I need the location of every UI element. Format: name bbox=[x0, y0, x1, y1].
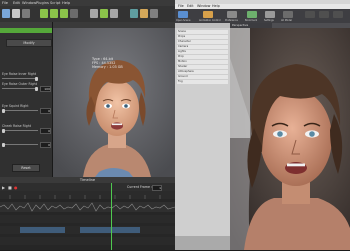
tree-item[interactable]: Props bbox=[177, 35, 228, 39]
menu-window[interactable]: Window bbox=[22, 1, 36, 5]
slider-value[interactable]: 0 bbox=[40, 142, 51, 148]
settings-icon[interactable] bbox=[265, 11, 275, 18]
tree-item[interactable]: Shader bbox=[177, 65, 228, 69]
record-icon[interactable]: ● bbox=[14, 185, 18, 190]
slider-eye-squint-right[interactable]: Eye Squint Right 0 bbox=[2, 104, 51, 114]
render-icon[interactable] bbox=[130, 9, 138, 18]
slider-track[interactable] bbox=[2, 144, 38, 145]
scene-tree-header bbox=[175, 23, 230, 28]
slider-eye-raise-outer-right[interactable]: Eye Raise Outer Right 100 bbox=[2, 82, 51, 92]
slider-track[interactable] bbox=[2, 78, 38, 79]
slider-eye-raise-inner-right[interactable]: Eye Raise Inner Right bbox=[2, 72, 50, 82]
stat-memory: Memory : 1.03 GB bbox=[92, 65, 123, 69]
toolbar-extra-icon-1[interactable] bbox=[305, 11, 315, 18]
open-scene-icon[interactable] bbox=[178, 11, 188, 18]
scale-icon[interactable] bbox=[70, 9, 78, 18]
slider-track[interactable] bbox=[2, 88, 38, 89]
settings-label: Settings bbox=[264, 19, 274, 22]
save-icon[interactable] bbox=[12, 9, 20, 18]
menu-script[interactable]: Script bbox=[50, 1, 60, 5]
slider-knob[interactable] bbox=[2, 142, 5, 147]
3d-viewport[interactable] bbox=[53, 22, 175, 177]
slider-knob[interactable] bbox=[35, 76, 38, 81]
open-scene-label: Open Scene bbox=[176, 19, 191, 22]
all-model-label: All Model bbox=[281, 19, 292, 22]
tree-item[interactable]: Atmosphere bbox=[177, 70, 228, 74]
modify-tab[interactable]: Modify bbox=[6, 39, 52, 47]
preference-icon[interactable] bbox=[227, 11, 237, 18]
scene-tree-list: Scene Props Character Camera Lights Prop… bbox=[177, 30, 228, 85]
grid-icon[interactable] bbox=[110, 9, 118, 18]
left-main-toolbar bbox=[0, 6, 175, 23]
slider-track[interactable] bbox=[2, 110, 38, 111]
timeline-tracks[interactable] bbox=[0, 199, 176, 250]
preference-label: Preference bbox=[225, 19, 238, 22]
stop-icon[interactable]: ■ bbox=[8, 185, 12, 190]
tree-item[interactable]: Scene bbox=[177, 30, 228, 34]
viewport-toolbar bbox=[53, 22, 175, 28]
timeline-playhead[interactable] bbox=[111, 183, 112, 250]
slider-knob[interactable] bbox=[2, 128, 5, 133]
scene-tree-footer bbox=[175, 236, 230, 250]
tree-item[interactable]: Character bbox=[177, 40, 228, 44]
toolbar-extra-icon-3[interactable] bbox=[333, 11, 343, 18]
camera-icon[interactable] bbox=[90, 9, 98, 18]
slider-label: Cheek Raise Right bbox=[2, 124, 32, 128]
settings-icon[interactable] bbox=[150, 9, 158, 18]
tree-item[interactable]: Camera bbox=[177, 45, 228, 49]
slider-knob[interactable] bbox=[2, 108, 5, 113]
timeline-controls: ▶ ■ ● Current Frame : 1 bbox=[0, 183, 175, 191]
render-side-panel bbox=[230, 28, 250, 138]
menu-edit[interactable]: Edit bbox=[13, 1, 20, 5]
menu-file[interactable]: File bbox=[2, 1, 8, 5]
character-render bbox=[53, 22, 175, 177]
slider-label: Eye Squint Right bbox=[2, 104, 29, 108]
menu-help[interactable]: Help bbox=[62, 1, 70, 5]
preview-icon[interactable] bbox=[140, 9, 148, 18]
select-icon[interactable] bbox=[40, 9, 48, 18]
tree-item[interactable]: Prop bbox=[177, 55, 228, 59]
current-frame-label: Current Frame : bbox=[127, 185, 153, 189]
move-icon[interactable] bbox=[50, 9, 58, 18]
slider-value[interactable]: 100 bbox=[40, 86, 51, 92]
bookmark-icon[interactable] bbox=[247, 11, 257, 18]
right-toolbar: Open Scene Animation Control Preference … bbox=[175, 9, 350, 23]
ruler-ticks bbox=[9, 195, 161, 199]
slider-value[interactable]: 0 bbox=[40, 108, 51, 114]
all-model-icon[interactable] bbox=[283, 11, 293, 18]
slider-cheek-raise-right[interactable]: Cheek Raise Right 0 bbox=[2, 124, 51, 134]
slider-value[interactable]: 0 bbox=[40, 128, 51, 134]
bookmark-label: Bookmark bbox=[245, 19, 258, 22]
viewport-stats: Type : 64-bit FPS : 44.5352 Memory : 1.0… bbox=[92, 57, 123, 69]
audio-track bbox=[0, 202, 176, 245]
reset-button[interactable]: Reset bbox=[12, 164, 40, 172]
undo-icon[interactable] bbox=[22, 9, 30, 18]
tree-item[interactable]: Lights bbox=[177, 50, 228, 54]
slider-knob[interactable] bbox=[35, 86, 38, 91]
tree-item[interactable]: Motion bbox=[177, 60, 228, 64]
slider-extra[interactable]: 0 bbox=[2, 138, 51, 148]
panel-active-bar bbox=[0, 28, 52, 33]
viewport-tab[interactable]: Perspective bbox=[230, 23, 272, 28]
slider-label: Eye Raise Inner Right bbox=[2, 72, 37, 76]
menu-plugins[interactable]: Plugins bbox=[36, 1, 49, 5]
rotate-icon[interactable] bbox=[60, 9, 68, 18]
animation-control-label: Animation Control bbox=[199, 19, 221, 22]
toolbar-extra-icon-2[interactable] bbox=[319, 11, 329, 18]
slider-track[interactable] bbox=[2, 130, 38, 131]
tree-item[interactable]: Ground bbox=[177, 75, 228, 79]
slider-label: Eye Raise Outer Right bbox=[2, 82, 37, 86]
light-icon[interactable] bbox=[100, 9, 108, 18]
play-icon[interactable]: ▶ bbox=[2, 185, 5, 190]
tree-item[interactable]: Fog bbox=[177, 80, 228, 84]
animation-control-icon[interactable] bbox=[203, 11, 213, 18]
open-icon[interactable] bbox=[2, 9, 10, 18]
